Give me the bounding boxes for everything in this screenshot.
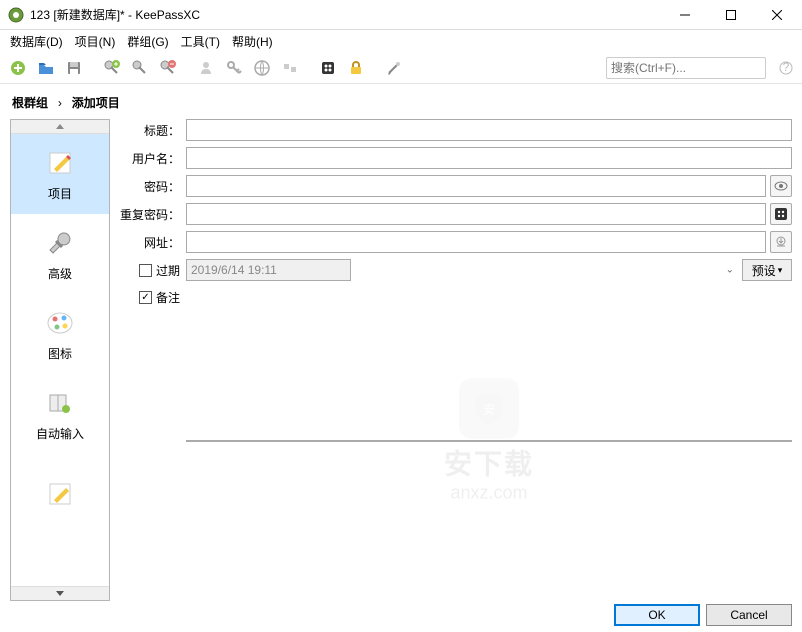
wrench-icon <box>44 227 76 259</box>
menu-groups[interactable]: 群组(G) <box>121 31 174 52</box>
download-favicon-button[interactable] <box>770 231 792 253</box>
delete-entry-button[interactable] <box>156 56 180 80</box>
dialog-buttons: OK Cancel <box>614 604 792 626</box>
notes-checkbox[interactable] <box>139 291 152 304</box>
nav-item-entry[interactable]: 项目 <box>11 134 109 214</box>
menu-bar: 数据库(D) 项目(N) 群组(G) 工具(T) 帮助(H) <box>0 30 802 52</box>
toggle-password-visibility-button[interactable] <box>770 175 792 197</box>
shield-icon: 安 <box>459 379 519 439</box>
expires-checkbox[interactable] <box>139 264 152 277</box>
svg-text:安: 安 <box>483 402 495 417</box>
copy-url-button[interactable] <box>250 56 274 80</box>
nav-label-autotype: 自动输入 <box>36 425 84 442</box>
autotype-button[interactable] <box>278 56 302 80</box>
chevron-down-icon: ▾ <box>778 265 783 276</box>
url-input[interactable] <box>186 231 766 253</box>
app-icon <box>8 7 24 23</box>
maximize-button[interactable] <box>708 0 754 30</box>
menu-help[interactable]: 帮助(H) <box>226 31 279 52</box>
eye-icon <box>774 179 788 193</box>
svg-text:?: ? <box>783 61 790 74</box>
lock-database-button[interactable] <box>344 56 368 80</box>
expires-label: 过期 <box>156 262 180 279</box>
title-input[interactable] <box>186 119 792 141</box>
new-database-button[interactable] <box>6 56 30 80</box>
minimize-button[interactable] <box>662 0 708 30</box>
cancel-button[interactable]: Cancel <box>706 604 792 626</box>
expires-date-input[interactable] <box>186 259 351 281</box>
ok-button[interactable]: OK <box>614 604 700 626</box>
nav-item-advanced[interactable]: 高级 <box>11 214 109 294</box>
notes-label-wrap: 备注 <box>116 287 186 306</box>
sidenav-items: 项目 高级 图标 自动输入 <box>11 134 109 586</box>
nav-item-autotype[interactable]: 自动输入 <box>11 374 109 454</box>
download-icon <box>774 235 788 249</box>
add-entry-button[interactable] <box>100 56 124 80</box>
search-box[interactable] <box>606 57 766 79</box>
nav-label-advanced: 高级 <box>48 265 72 282</box>
expires-label-wrap: 过期 <box>116 262 186 279</box>
menu-tools[interactable]: 工具(T) <box>175 31 226 52</box>
menu-database[interactable]: 数据库(D) <box>4 31 69 52</box>
expires-preset-button[interactable]: 预设 ▾ <box>742 259 792 281</box>
save-database-button[interactable] <box>62 56 86 80</box>
entry-icon <box>44 147 76 179</box>
repeat-password-input[interactable] <box>186 203 766 225</box>
title-label: 标题： <box>116 122 186 139</box>
password-input[interactable] <box>186 175 766 197</box>
edit-entry-button[interactable] <box>128 56 152 80</box>
watermark: 安 安下载 anxz.com <box>444 379 534 504</box>
copy-password-button[interactable] <box>222 56 246 80</box>
search-input[interactable] <box>611 61 766 75</box>
settings-button[interactable] <box>382 56 406 80</box>
toolbar: ? <box>0 52 802 84</box>
repeat-password-label: 重复密码： <box>116 206 186 223</box>
sidenav-scroll-up-button[interactable] <box>11 120 109 134</box>
breadcrumb: 根群组 › 添加项目 <box>0 84 802 117</box>
nav-label-entry: 项目 <box>48 185 72 202</box>
notes-label: 备注 <box>156 289 180 306</box>
copy-username-button[interactable] <box>194 56 218 80</box>
menu-entries[interactable]: 项目(N) <box>69 31 122 52</box>
close-button[interactable] <box>754 0 800 30</box>
sidenav-scroll-down-button[interactable] <box>11 586 109 600</box>
title-bar: 123 [新建数据库]* - KeePassXC <box>0 0 802 30</box>
nav-item-icon[interactable]: 图标 <box>11 294 109 374</box>
username-label: 用户名： <box>116 150 186 167</box>
chevron-down-icon: ⌄ <box>726 265 734 276</box>
nav-label-icon: 图标 <box>48 345 72 362</box>
notes-textarea[interactable]: 安 安下载 anxz.com <box>186 440 792 442</box>
main-area: 项目 高级 图标 自动输入 标题： 用户名： <box>0 117 802 601</box>
palette-icon <box>44 307 76 339</box>
password-generator-button[interactable] <box>316 56 340 80</box>
breadcrumb-root[interactable]: 根群组 <box>12 96 48 110</box>
nav-item-more[interactable] <box>11 454 109 534</box>
open-database-button[interactable] <box>34 56 58 80</box>
breadcrumb-current: 添加项目 <box>72 96 120 110</box>
autotype-icon <box>44 387 76 419</box>
dice-icon <box>774 207 788 221</box>
password-label: 密码： <box>116 178 186 195</box>
username-input[interactable] <box>186 147 792 169</box>
edit-icon <box>44 478 76 510</box>
window-title: 123 [新建数据库]* - KeePassXC <box>30 6 662 23</box>
side-nav: 项目 高级 图标 自动输入 <box>10 119 110 601</box>
url-label: 网址： <box>116 234 186 251</box>
entry-form: 标题： 用户名： 密码： 重复密码： 网址： 过期 <box>116 119 792 601</box>
search-help-button[interactable]: ? <box>776 58 796 78</box>
generate-password-button[interactable] <box>770 203 792 225</box>
breadcrumb-separator: › <box>52 96 68 110</box>
